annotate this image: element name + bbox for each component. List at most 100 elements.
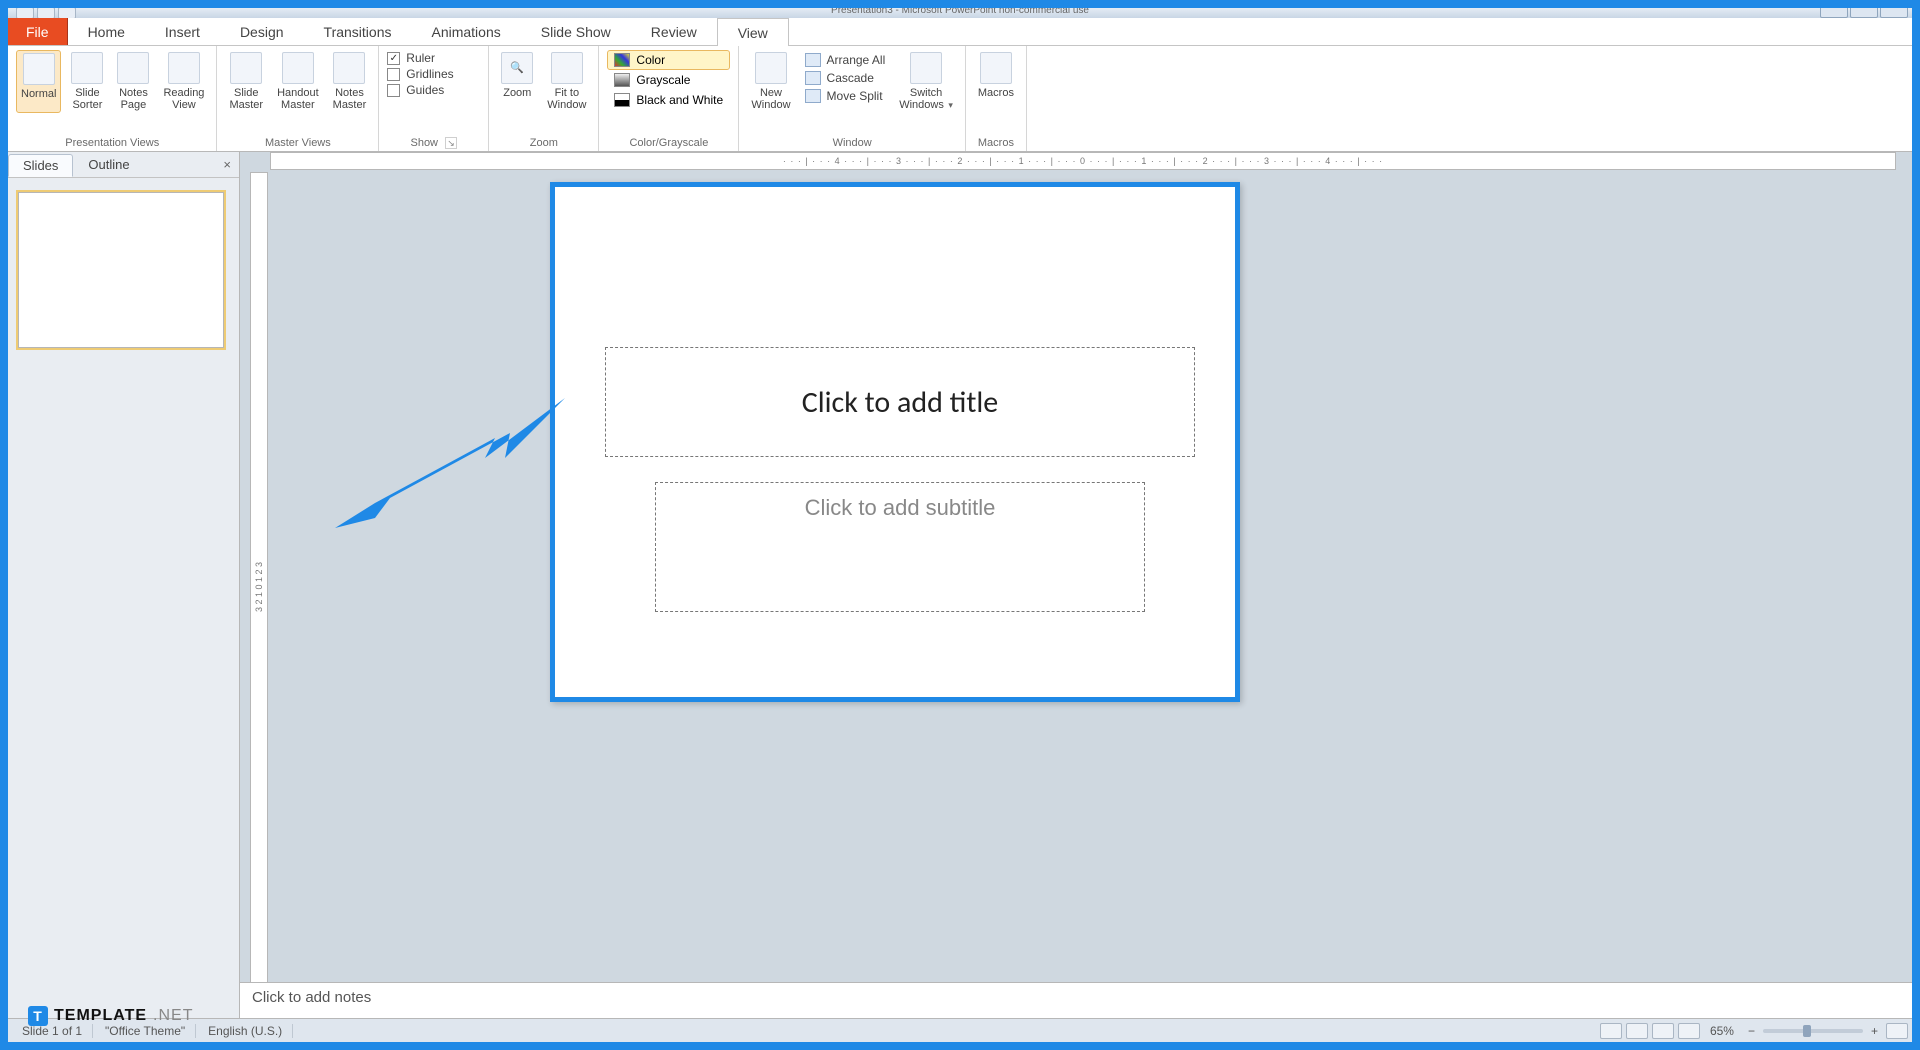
status-bar: Slide 1 of 1 "Office Theme" English (U.S… (8, 1018, 1912, 1042)
macros-label: Macros (978, 87, 1014, 99)
slide-master-label: Slide Master (229, 87, 263, 111)
slides-panel: Slides Outline × (8, 152, 240, 1018)
slide-sorter-icon (71, 52, 103, 84)
watermark-badge-icon: T (28, 1006, 48, 1026)
chevron-down-icon: ▾ (946, 100, 953, 110)
ruler-checkbox-row[interactable]: ✓ Ruler (387, 50, 480, 66)
minimize-button[interactable] (1820, 8, 1848, 18)
title-placeholder[interactable]: Click to add title (605, 347, 1195, 457)
tab-insert[interactable]: Insert (145, 18, 220, 45)
switch-windows-icon (910, 52, 942, 84)
fit-slide-status-button[interactable] (1886, 1023, 1908, 1039)
guides-checkbox[interactable] (387, 84, 400, 97)
guides-checkbox-row[interactable]: Guides (387, 82, 480, 98)
normal-view-button[interactable]: Normal (16, 50, 61, 113)
redo-icon[interactable] (58, 8, 76, 18)
app-window: Presentation3 - Microsoft PowerPoint non… (8, 8, 1912, 1042)
slide-canvas-area: · · · | · · · 4 · · · | · · · 3 · · · | … (240, 152, 1912, 1018)
zoom-slider-thumb[interactable] (1803, 1025, 1811, 1037)
tab-design[interactable]: Design (220, 18, 304, 45)
group-title-color-grayscale: Color/Grayscale (607, 136, 730, 149)
group-title-window: Window (747, 136, 956, 149)
zoom-button[interactable]: 🔍 Zoom (497, 50, 537, 113)
gridlines-checkbox[interactable] (387, 68, 400, 81)
outline-tab[interactable]: Outline (73, 153, 144, 176)
zoom-in-button[interactable]: + (1867, 1024, 1882, 1038)
bw-swatch-icon (614, 93, 630, 107)
tab-transitions[interactable]: Transitions (304, 18, 412, 45)
group-show: ✓ Ruler Gridlines Guides Show ↘ (379, 46, 489, 151)
bw-mode-button[interactable]: Black and White (607, 90, 730, 110)
reading-view-icon (168, 52, 200, 84)
ribbon: Normal Slide Sorter Notes Page Reading V… (8, 46, 1912, 152)
file-tab[interactable]: File (8, 18, 68, 45)
maximize-button[interactable] (1850, 8, 1878, 18)
bw-label: Black and White (636, 93, 723, 107)
color-label: Color (636, 53, 665, 67)
new-window-icon (755, 52, 787, 84)
group-window: New Window Arrange All Cascade Move Spli… (739, 46, 965, 151)
macros-button[interactable]: Macros (974, 50, 1018, 101)
slide-editor[interactable]: Click to add title Click to add subtitle (550, 182, 1240, 702)
group-presentation-views: Normal Slide Sorter Notes Page Reading V… (8, 46, 217, 151)
undo-icon[interactable] (37, 8, 55, 18)
ruler-label: Ruler (406, 51, 435, 65)
slide-sorter-button[interactable]: Slide Sorter (67, 50, 107, 113)
gridlines-checkbox-row[interactable]: Gridlines (387, 66, 480, 82)
close-panel-icon[interactable]: × (223, 157, 231, 172)
quick-access-toolbar (16, 8, 76, 18)
notes-pane[interactable]: Click to add notes (240, 982, 1912, 1018)
fit-to-window-button[interactable]: Fit to Window (543, 50, 590, 113)
title-bar: Presentation3 - Microsoft PowerPoint non… (8, 8, 1912, 18)
vertical-ruler: 3 2 1 0 1 2 3 (250, 172, 268, 1002)
annotation-arrow-icon (335, 398, 565, 538)
notes-page-button[interactable]: Notes Page (113, 50, 153, 113)
gridlines-label: Gridlines (406, 67, 453, 81)
tab-slide-show[interactable]: Slide Show (521, 18, 631, 45)
reading-view-button[interactable]: Reading View (159, 50, 208, 113)
slide-sorter-label: Slide Sorter (72, 87, 102, 111)
handout-master-button[interactable]: Handout Master (273, 50, 323, 113)
show-dialog-launcher-icon[interactable]: ↘ (445, 137, 457, 149)
zoom-out-button[interactable]: − (1744, 1024, 1759, 1038)
grayscale-mode-button[interactable]: Grayscale (607, 70, 730, 90)
fit-window-label: Fit to Window (547, 87, 586, 111)
watermark-brand: TEMPLATE (54, 1007, 147, 1025)
title-placeholder-text: Click to add title (802, 384, 998, 421)
reading-view-status-button[interactable] (1652, 1023, 1674, 1039)
tab-home[interactable]: Home (68, 18, 145, 45)
status-language[interactable]: English (U.S.) (198, 1024, 293, 1038)
new-window-button[interactable]: New Window (747, 50, 794, 113)
tab-animations[interactable]: Animations (411, 18, 520, 45)
slide-master-button[interactable]: Slide Master (225, 50, 267, 113)
watermark: T TEMPLATE.NET (28, 1006, 193, 1026)
subtitle-placeholder[interactable]: Click to add subtitle (655, 482, 1145, 612)
zoom-percent[interactable]: 65% (1710, 1024, 1734, 1038)
save-icon[interactable] (16, 8, 34, 18)
notes-master-label: Notes Master (333, 87, 367, 111)
menu-bar: File Home Insert Design Transitions Anim… (8, 18, 1912, 46)
zoom-slider[interactable] (1763, 1029, 1863, 1033)
cascade-button[interactable]: Cascade (801, 70, 890, 86)
ruler-checkbox[interactable]: ✓ (387, 52, 400, 65)
sorter-view-status-button[interactable] (1626, 1023, 1648, 1039)
close-button[interactable] (1880, 8, 1908, 18)
slide-thumbnail-1[interactable] (18, 192, 224, 348)
slides-tab[interactable]: Slides (8, 154, 73, 177)
tab-review[interactable]: Review (631, 18, 717, 45)
tab-view[interactable]: View (717, 18, 789, 46)
color-mode-button[interactable]: Color (607, 50, 730, 70)
group-color-grayscale: Color Grayscale Black and White Color/Gr… (599, 46, 739, 151)
switch-windows-button[interactable]: Switch Windows ▾ (895, 50, 957, 113)
notes-master-button[interactable]: Notes Master (329, 50, 371, 113)
cascade-icon (805, 71, 821, 85)
thumbnails-area (8, 178, 239, 1018)
side-tabs: Slides Outline × (8, 152, 239, 178)
normal-view-status-button[interactable] (1600, 1023, 1622, 1039)
cascade-label: Cascade (827, 71, 874, 85)
status-right: 65% − + (1600, 1023, 1908, 1039)
slideshow-view-status-button[interactable] (1678, 1023, 1700, 1039)
arrange-all-button[interactable]: Arrange All (801, 52, 890, 68)
group-title-presentation-views: Presentation Views (16, 136, 208, 149)
move-split-button[interactable]: Move Split (801, 88, 890, 104)
